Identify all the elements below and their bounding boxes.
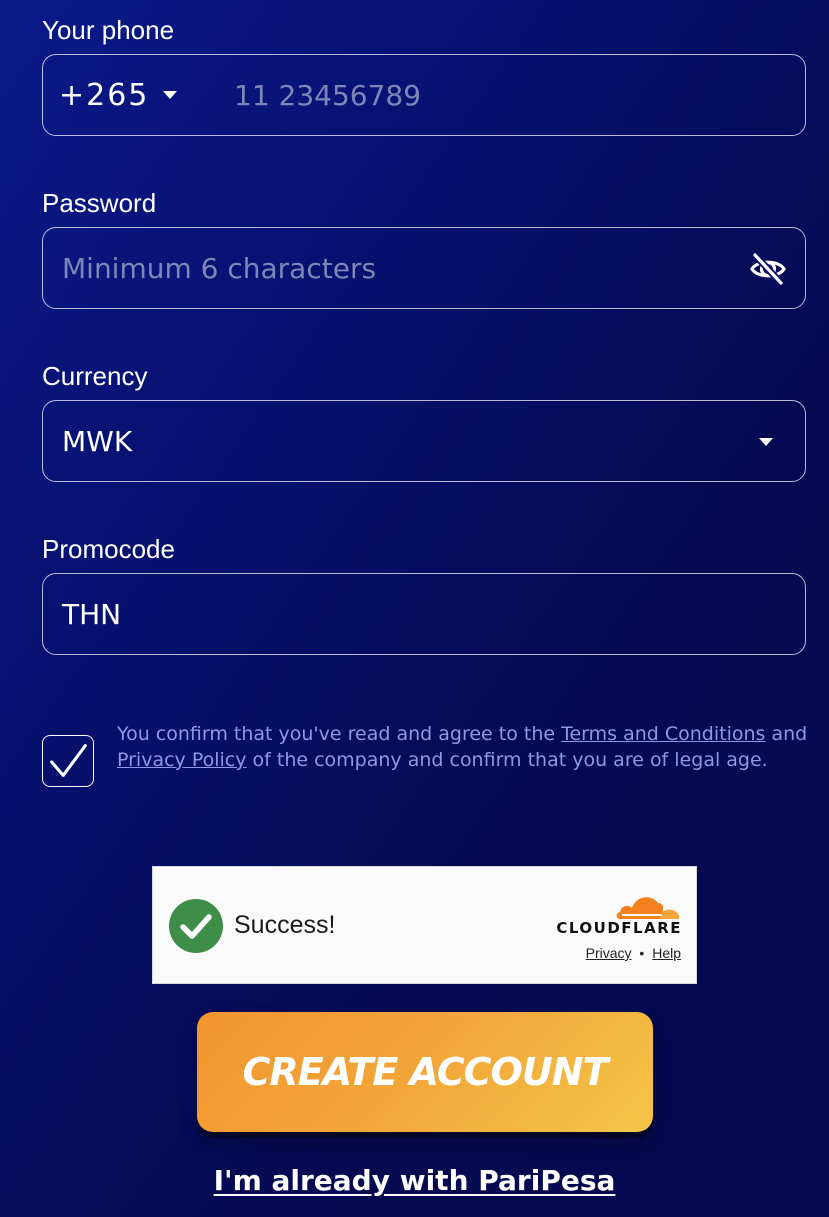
password-label: Password: [42, 188, 157, 218]
create-account-button[interactable]: CREATE ACCOUNT: [197, 1012, 653, 1132]
consent-text-part: and: [765, 723, 808, 745]
country-code-value: +265: [59, 77, 150, 113]
password-placeholder: Minimum 6 characters: [62, 251, 377, 285]
country-code-select[interactable]: +265: [43, 78, 219, 113]
consent-text: You confirm that you've read and agree t…: [117, 722, 812, 773]
promocode-label: Promocode: [42, 534, 175, 564]
login-link[interactable]: I'm already with PariPesa: [0, 1164, 829, 1197]
checkmark-icon: [50, 744, 87, 777]
consent-checkbox[interactable]: [42, 735, 94, 787]
captcha-separator: •: [639, 945, 645, 961]
phone-input[interactable]: 11 23456789: [219, 55, 805, 135]
captcha-status: Success!: [234, 911, 336, 939]
captcha-widget: Success! CLOUDFLARE Privacy • Help: [152, 866, 697, 984]
currency-value: MWK: [62, 424, 133, 458]
terms-link[interactable]: Terms and Conditions: [561, 723, 765, 745]
promocode-value: THN: [62, 597, 122, 631]
phone-placeholder: 11 23456789: [234, 78, 422, 112]
consent-text-part: of the company and confirm that you are …: [246, 748, 768, 771]
cloudflare-brand: CLOUDFLARE: [556, 919, 682, 937]
privacy-policy-link[interactable]: Privacy Policy: [117, 749, 246, 771]
captcha-links: Privacy • Help: [586, 945, 681, 961]
currency-select[interactable]: MWK: [42, 400, 806, 482]
password-input[interactable]: Minimum 6 characters: [42, 227, 806, 309]
chevron-down-icon: [163, 91, 178, 99]
create-account-label: CREATE ACCOUNT: [242, 1050, 609, 1094]
success-check-icon: [169, 899, 223, 953]
captcha-help-link[interactable]: Help: [652, 945, 681, 961]
currency-label: Currency: [42, 361, 148, 391]
promocode-input[interactable]: THN: [42, 573, 806, 655]
consent-text-part: You confirm that you've read and agree t…: [117, 723, 562, 745]
eye-slash-icon[interactable]: [749, 250, 787, 288]
phone-label: Your phone: [42, 15, 175, 45]
phone-field: +265 11 23456789: [42, 54, 806, 136]
captcha-privacy-link[interactable]: Privacy: [586, 945, 632, 961]
chevron-down-icon: [759, 438, 773, 446]
cloudflare-logo-icon: [616, 897, 680, 919]
